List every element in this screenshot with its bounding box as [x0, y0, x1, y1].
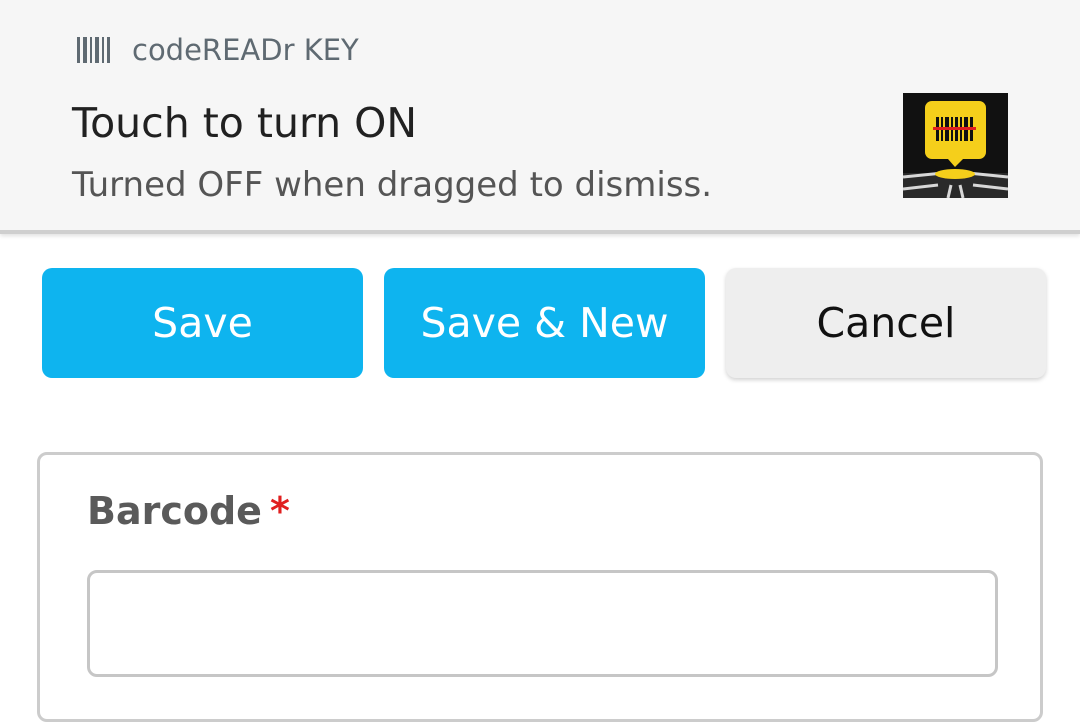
notification-text: Turned OFF when dragged to dismiss. — [72, 165, 713, 205]
barcode-label-text: Barcode — [87, 489, 262, 533]
cancel-button[interactable]: Cancel — [726, 268, 1046, 378]
notification-header: codeREADr KEY — [77, 32, 359, 68]
save-and-new-button[interactable]: Save & New — [384, 268, 705, 378]
barcode-input[interactable] — [87, 570, 998, 677]
notification-app-name: codeREADr KEY — [132, 33, 359, 67]
barcode-field-label: Barcode * — [87, 485, 290, 537]
required-mark: * — [269, 489, 290, 533]
notification-card[interactable]: codeREADr KEY Touch to turn ON Turned OF… — [0, 0, 1080, 234]
form-card: Barcode * — [37, 452, 1043, 722]
save-button[interactable]: Save — [42, 268, 363, 378]
barcode-icon — [77, 37, 111, 63]
notification-title: Touch to turn ON — [72, 99, 418, 147]
codereadr-key-icon — [902, 93, 1009, 199]
